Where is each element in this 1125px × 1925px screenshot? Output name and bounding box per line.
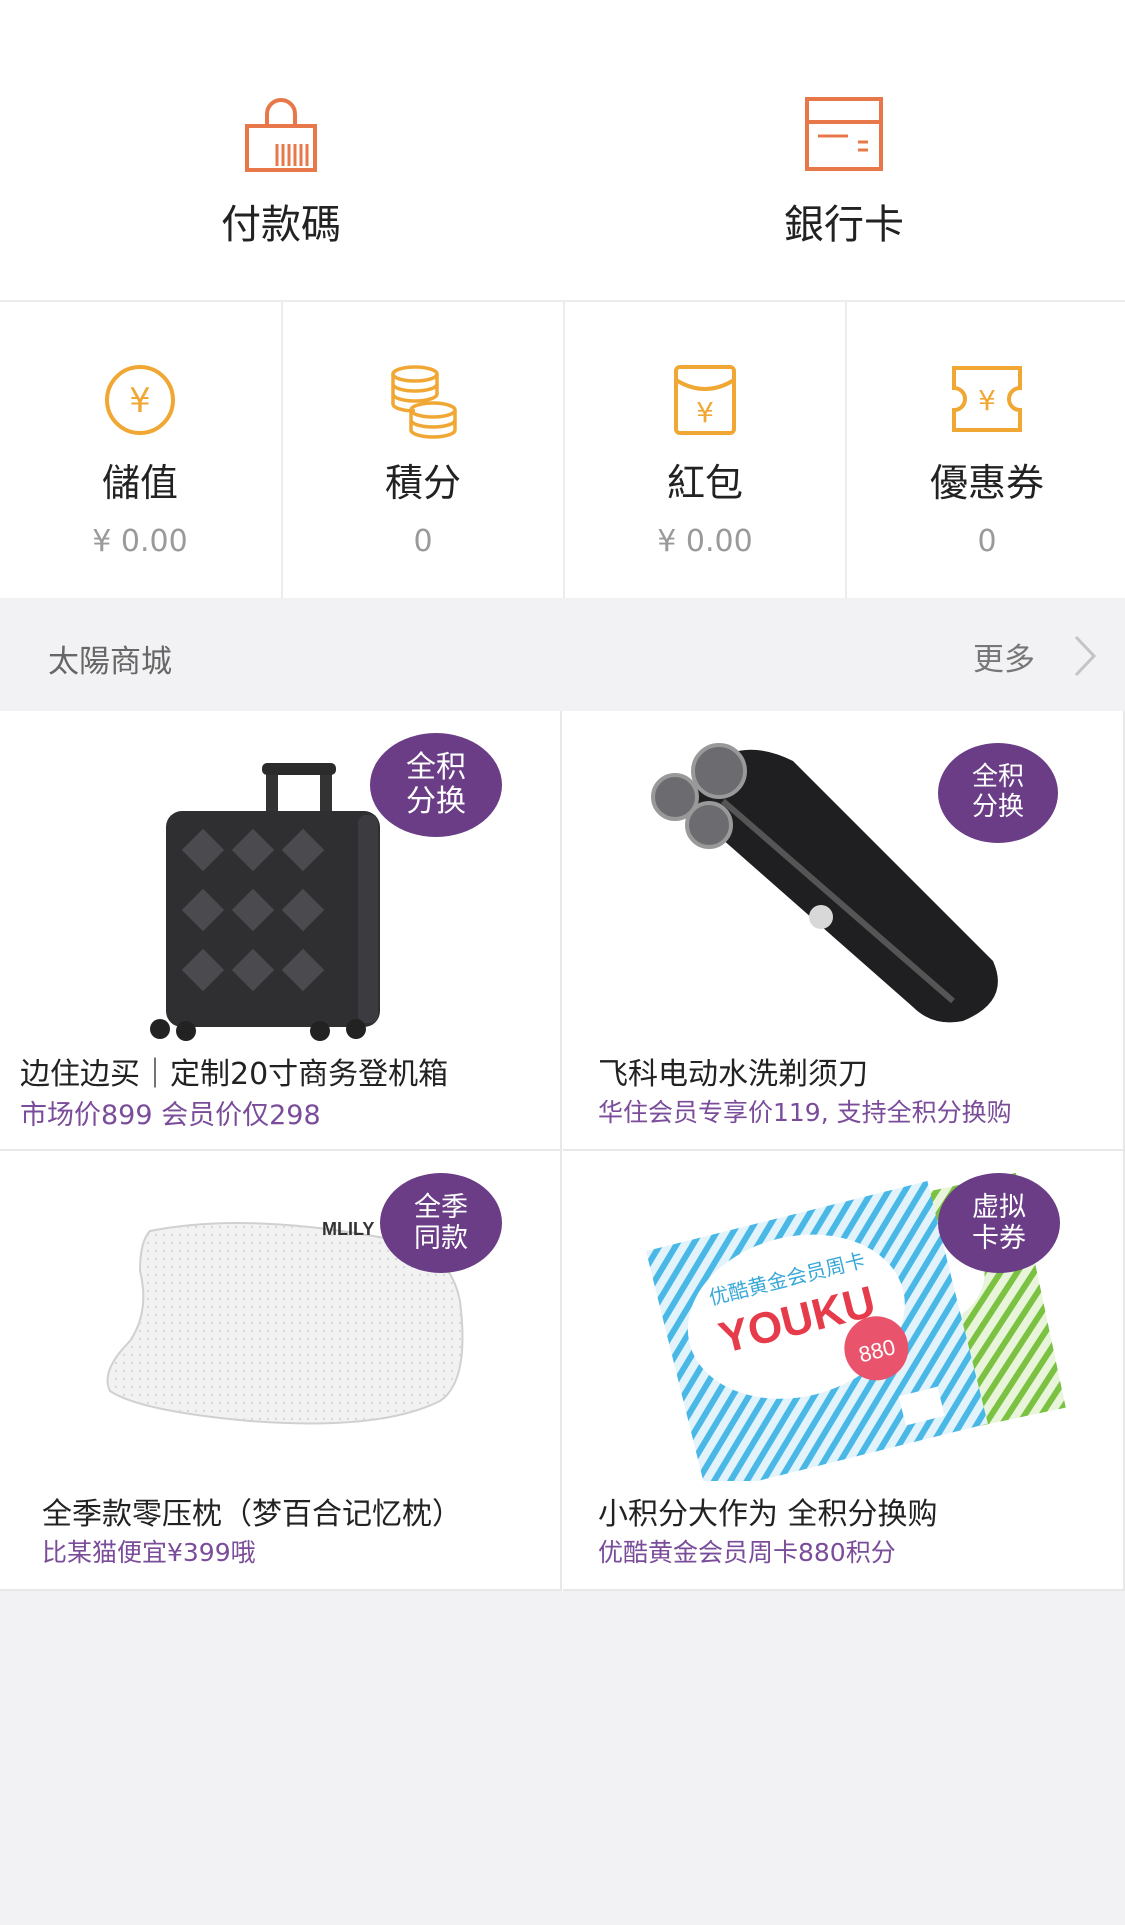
promo-badge: 全积 分换 xyxy=(370,733,502,837)
quick-actions-panel: 付款碼 銀行卡 xyxy=(0,0,1125,302)
mall-title: 太陽商城 xyxy=(48,644,172,680)
bank-card-button[interactable]: 銀行卡 xyxy=(563,0,1125,300)
product-card-suitcase[interactable]: 全积 分换 边住边买｜定制20寸商务登机箱 市场价899 会员价仅298 xyxy=(0,711,562,1151)
product-subtitle: 优酷黄金会员周卡880积分 xyxy=(598,1538,896,1567)
svg-text:MLILY: MLILY xyxy=(322,1219,374,1239)
stored-value-item[interactable]: ¥ 儲值 ¥ 0.00 xyxy=(0,302,280,598)
product-subtitle: 市场价899 会员价仅298 xyxy=(20,1100,321,1131)
product-card-shaver[interactable]: 全积 分换 飞科电动水洗剃须刀 华住会员专享价119, 支持全积分换购 xyxy=(563,711,1125,1151)
yuan-circle-icon: ¥ xyxy=(104,364,176,440)
product-card-vip-card[interactable]: 优酷黄金会员周卡 YOUKU 880 虚拟 卡券 小积分大作为 全积分换购 优酷… xyxy=(563,1151,1125,1591)
payment-code-label: 付款碼 xyxy=(221,202,341,248)
svg-text:¥: ¥ xyxy=(978,384,996,417)
coupon-amount: 0 xyxy=(977,524,997,559)
assets-panel: ¥ 儲值 ¥ 0.00 積分 0 ¥ 紅包 ¥ 0.00 ¥ 優惠券 0 xyxy=(0,302,1125,598)
promo-badge: 虚拟 卡券 xyxy=(938,1173,1060,1273)
product-subtitle: 比某猫便宜¥399哦 xyxy=(42,1538,256,1567)
chevron-right-icon xyxy=(1074,635,1097,677)
product-card-pillow[interactable]: MLILY 全季 同款 全季款零压枕（梦百合记忆枕） 比某猫便宜¥399哦 xyxy=(0,1151,562,1591)
coins-stack-icon xyxy=(385,364,461,444)
payment-code-button[interactable]: 付款碼 xyxy=(0,0,562,300)
mall-section-header: 太陽商城 更多 xyxy=(0,598,1125,711)
svg-text:¥: ¥ xyxy=(696,396,714,429)
coupon-ticket-icon: ¥ xyxy=(950,364,1024,438)
red-envelope-icon: ¥ xyxy=(673,364,737,440)
product-title: 全季款零压枕（梦百合记忆枕） xyxy=(42,1497,462,1532)
svg-text:¥: ¥ xyxy=(129,381,151,421)
promo-badge: 全积 分换 xyxy=(938,743,1058,843)
product-subtitle: 华住会员专享价119, 支持全积分换购 xyxy=(598,1098,1012,1127)
red-envelope-label: 紅包 xyxy=(666,461,743,505)
red-envelope-amount: ¥ 0.00 xyxy=(657,524,753,559)
promo-badge: 全季 同款 xyxy=(380,1173,502,1273)
bank-card-label: 銀行卡 xyxy=(784,202,904,248)
stored-value-amount: ¥ 0.00 xyxy=(92,524,188,559)
points-item[interactable]: 積分 0 xyxy=(281,302,563,598)
points-label: 積分 xyxy=(384,461,461,505)
stored-value-label: 儲值 xyxy=(101,461,178,505)
bank-card-icon xyxy=(804,96,884,176)
product-title: 飞科电动水洗剃须刀 xyxy=(598,1057,868,1092)
coupon-label: 優惠券 xyxy=(929,461,1044,505)
red-envelope-item[interactable]: ¥ 紅包 ¥ 0.00 xyxy=(563,302,845,598)
more-label: 更多 xyxy=(973,641,1035,678)
more-button[interactable]: 更多 xyxy=(973,626,1097,686)
product-grid: 全积 分换 边住边买｜定制20寸商务登机箱 市场价899 会员价仅298 全积 … xyxy=(0,711,1125,1591)
product-title: 边住边买｜定制20寸商务登机箱 xyxy=(20,1057,449,1092)
product-title: 小积分大作为 全积分换购 xyxy=(598,1497,938,1532)
coupon-item[interactable]: ¥ 優惠券 0 xyxy=(845,302,1125,598)
payment-code-icon xyxy=(241,96,321,180)
points-amount: 0 xyxy=(413,524,433,559)
